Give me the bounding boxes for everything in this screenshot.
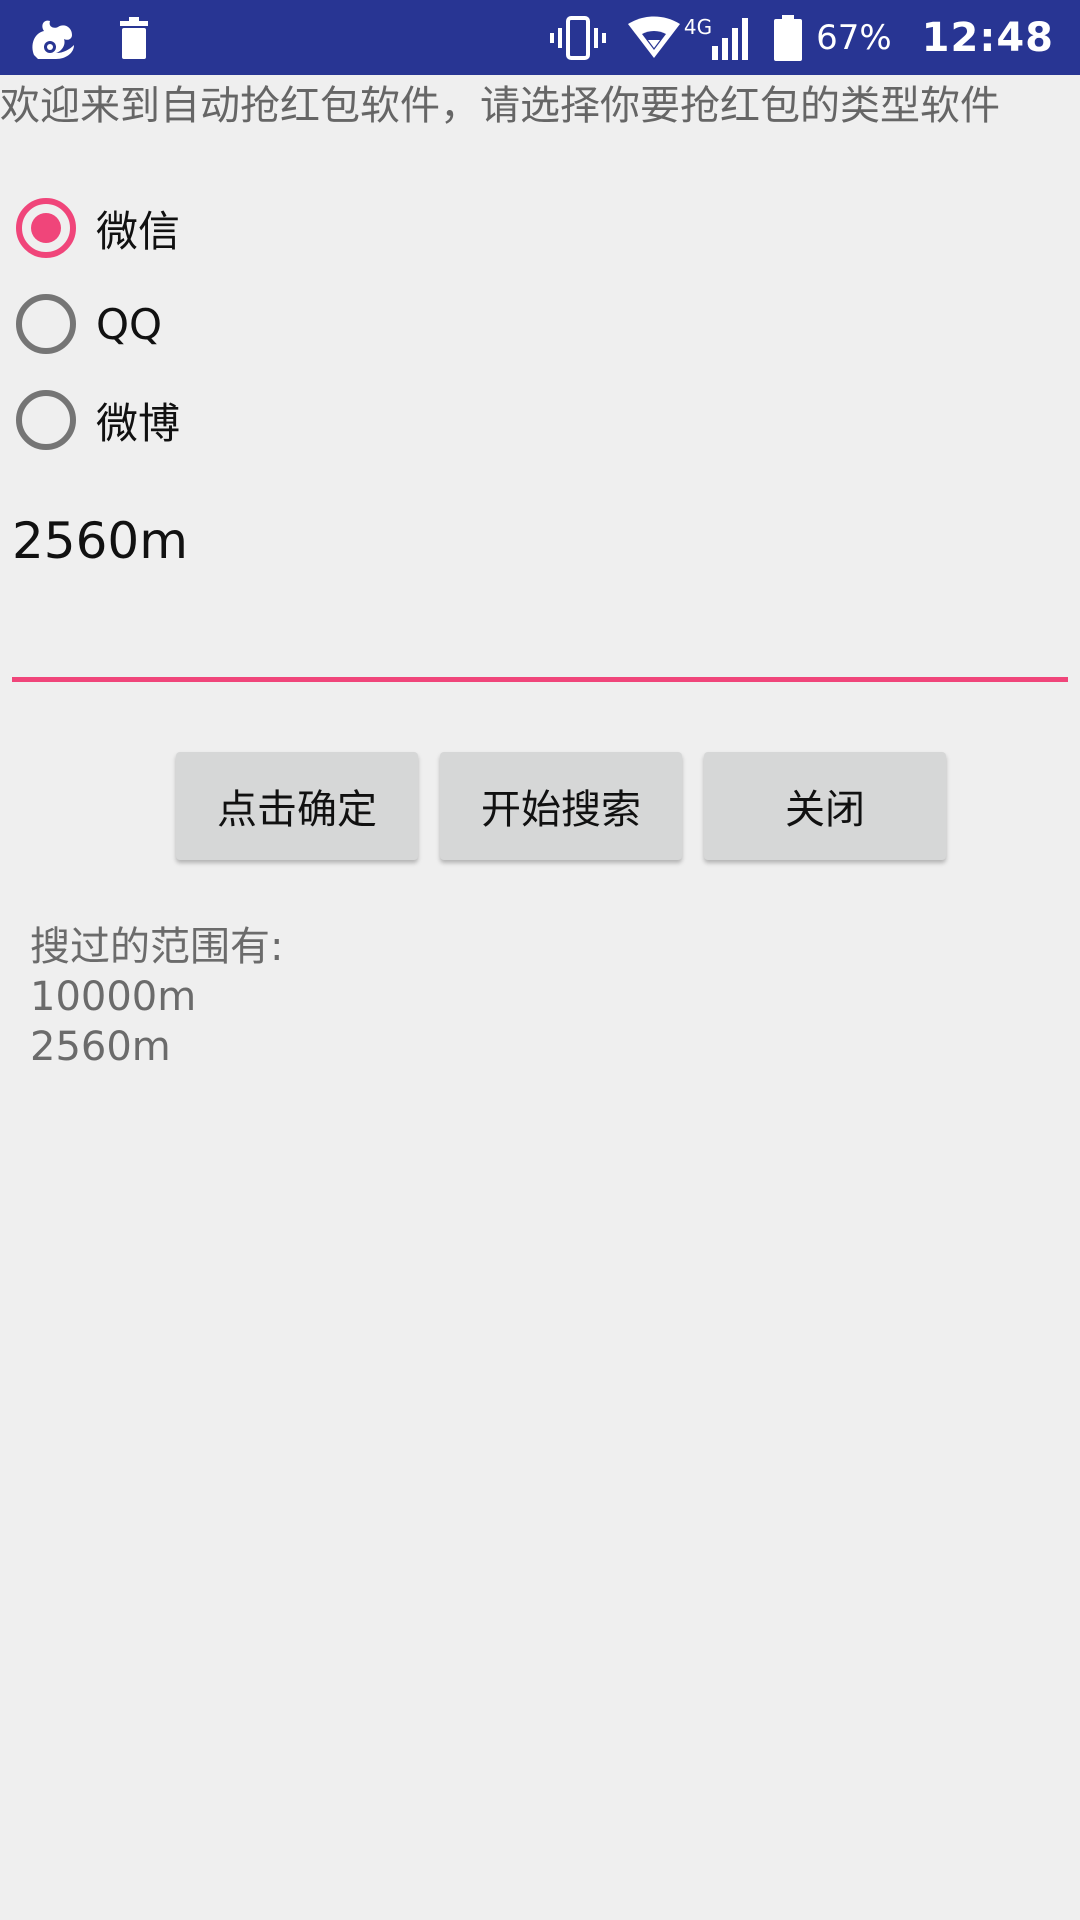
search-history: 搜过的范围有: 10000m 2560m: [30, 922, 283, 1072]
uc-browser-squirrel-icon: [28, 15, 78, 61]
trash-icon: [118, 17, 150, 59]
search-history-header: 搜过的范围有:: [30, 924, 284, 970]
clock-time: 12:48: [921, 15, 1054, 61]
range-input-field[interactable]: 2560m: [12, 490, 1068, 682]
radio-dot: [31, 213, 61, 243]
confirm-button[interactable]: 点击确定: [176, 752, 418, 860]
start-search-button[interactable]: 开始搜索: [440, 752, 682, 860]
status-bar: 4G 67% 12:48: [0, 0, 1080, 75]
welcome-text: 欢迎来到自动抢红包软件，请选择你要抢红包的类型软件: [0, 83, 1000, 129]
app-type-radio-group: 微信 QQ 微博: [16, 180, 180, 468]
radio-label-wechat: 微信: [96, 206, 181, 256]
search-history-item: 10000m: [30, 974, 197, 1020]
radio-label-weibo: 微博: [96, 398, 181, 448]
radio-checked-icon[interactable]: [16, 198, 76, 258]
range-input-value[interactable]: 2560m: [12, 512, 188, 570]
signal-icon: [712, 16, 749, 60]
radio-option-qq[interactable]: QQ: [16, 276, 180, 372]
vibrate-icon: [549, 16, 606, 60]
action-buttons: 点击确定 开始搜索 关闭: [176, 752, 946, 860]
battery-icon: [774, 15, 803, 61]
network-type-label: 4G: [683, 15, 713, 39]
status-bar-right: 4G 67% 12:48: [549, 8, 1054, 68]
input-underline: [12, 677, 1068, 682]
radio-label-qq: QQ: [96, 299, 163, 349]
wifi-icon: [626, 16, 682, 60]
close-button[interactable]: 关闭: [704, 752, 946, 860]
status-bar-left: [28, 12, 150, 64]
radio-unchecked-icon[interactable]: [16, 294, 76, 354]
radio-option-weibo[interactable]: 微博: [16, 372, 180, 468]
radio-option-wechat[interactable]: 微信: [16, 180, 180, 276]
radio-unchecked-icon[interactable]: [16, 390, 76, 450]
search-history-item: 2560m: [30, 1024, 171, 1070]
battery-percent: 67%: [816, 18, 892, 58]
